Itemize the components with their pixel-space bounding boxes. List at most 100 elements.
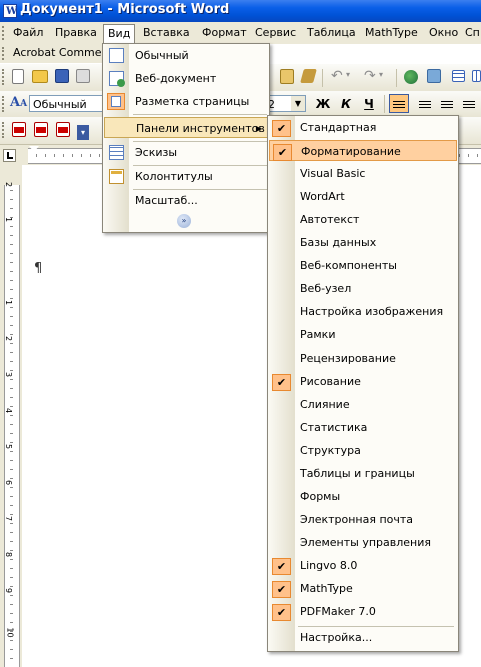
toolbar-option[interactable]: Веб-компоненты — [269, 255, 457, 276]
menu-mathtype[interactable]: MathType — [360, 25, 423, 41]
font-size-select[interactable]: 2 ▼ — [264, 95, 306, 112]
toolbar-option[interactable]: ✔ Стандартная — [269, 117, 457, 138]
justify-icon — [463, 99, 475, 108]
permission-icon[interactable] — [76, 69, 90, 83]
toolbar-option-label: Lingvo 8.0 — [300, 558, 358, 572]
justify-button[interactable] — [459, 94, 479, 113]
toolbar-option[interactable]: Базы данных — [269, 232, 457, 253]
toolbar-option[interactable]: ✔ Lingvo 8.0 — [269, 555, 457, 576]
toolbar-option[interactable]: ✔ MathType — [269, 578, 457, 599]
menu-item-label: Колонтитулы — [135, 170, 213, 183]
toolbar-option-label: Автотекст — [300, 213, 360, 227]
hanging-indent-marker[interactable] — [29, 157, 39, 163]
toolbar-option[interactable]: Visual Basic — [269, 163, 457, 184]
tab-selector-button[interactable] — [3, 149, 16, 162]
redo-icon[interactable]: ↷ — [364, 68, 376, 84]
toolbar-option[interactable]: Рецензирование — [269, 348, 457, 369]
toolbar-option-label: Рецензирование — [300, 351, 396, 365]
underline-button[interactable]: Ч — [359, 95, 379, 113]
first-line-indent-marker[interactable] — [29, 146, 39, 152]
hyperlink-globe-icon[interactable] — [404, 70, 418, 84]
checkmark-icon: ✔ — [272, 581, 291, 598]
new-document-icon[interactable] — [12, 69, 24, 84]
vertical-ruler-area[interactable] — [4, 185, 20, 667]
menu-item-print-layout[interactable]: Разметка страницы — [104, 91, 268, 112]
style-select[interactable]: Обычный — [29, 95, 107, 112]
toolbar-option[interactable]: Автотекст — [269, 209, 457, 230]
word-app-icon[interactable]: W — [3, 4, 17, 18]
toolbar-grip[interactable] — [2, 96, 7, 112]
thumbnails-icon — [109, 145, 124, 160]
toolbar-option[interactable]: Формы — [269, 486, 457, 507]
toolbar-option[interactable]: WordArt — [269, 186, 457, 207]
undo-dropdown-icon[interactable]: ▾ — [346, 70, 350, 79]
toolbar-option[interactable]: Слияние — [269, 394, 457, 415]
style-select-value: Обычный — [33, 98, 87, 111]
save-icon[interactable] — [55, 69, 69, 83]
toolbar-option[interactable]: Таблицы и границы — [269, 463, 457, 484]
align-center-button[interactable] — [415, 94, 435, 113]
insert-excel-icon[interactable] — [472, 70, 481, 82]
toolbar-option[interactable]: Электронная почта — [269, 509, 457, 530]
toolbar-option[interactable]: Элементы управления — [269, 532, 457, 553]
checkmark-icon: ✔ — [272, 604, 291, 622]
insert-table-icon[interactable] — [452, 70, 465, 82]
title-bar[interactable]: W Документ1 - Microsoft Word — [0, 0, 481, 22]
menu-item-zoom[interactable]: Масштаб... — [104, 190, 268, 211]
menu-help[interactable]: Сп — [460, 25, 481, 41]
toolbar-grip[interactable] — [2, 122, 7, 138]
chevron-double-down-icon[interactable]: » — [177, 214, 191, 228]
open-folder-icon[interactable] — [32, 70, 48, 83]
menu-item-label: Эскизы — [135, 146, 178, 159]
italic-button[interactable]: К — [336, 95, 356, 113]
toolbar-option[interactable]: Настройка изображения — [269, 301, 457, 322]
undo-icon[interactable]: ↶ — [331, 68, 343, 84]
menu-tools[interactable]: Сервис — [250, 25, 301, 41]
menubar-grip[interactable] — [2, 26, 7, 40]
toolbar-option-label: Формы — [300, 489, 341, 503]
bold-button[interactable]: Ж — [313, 95, 333, 113]
chevron-down-icon[interactable]: ▼ — [291, 96, 305, 111]
menu-bar: Файл Правка Вид Вставка Формат Сервис Та… — [0, 22, 481, 45]
menu-window[interactable]: Окно — [424, 25, 463, 41]
toolbar-option[interactable]: ✔ PDFMaker 7.0 — [269, 601, 457, 622]
menu-table[interactable]: Таблица — [302, 25, 361, 41]
menu-item-normal[interactable]: Обычный — [104, 45, 268, 66]
menu-item-label: Разметка страницы — [135, 95, 250, 108]
convert-to-pdf-icon[interactable] — [12, 122, 26, 137]
menu-item-thumbnails[interactable]: Эскизы — [104, 142, 268, 163]
menu-item-web-layout[interactable]: Веб-документ — [104, 68, 268, 89]
paste-icon[interactable] — [280, 69, 294, 84]
toolbar-option-label: Форматирование — [301, 145, 401, 159]
menu-item-toolbars[interactable]: Панели инструментов ▶ — [104, 117, 268, 138]
toolbar-option[interactable]: ✔ Форматирование — [269, 140, 457, 162]
toolbar-option[interactable]: Структура — [269, 440, 457, 461]
pdf-review-icon[interactable] — [56, 122, 70, 137]
styles-formatting-icon[interactable]: AA — [10, 95, 27, 110]
convert-email-pdf-icon[interactable] — [34, 122, 48, 137]
toolbar-option[interactable]: Рамки — [269, 324, 457, 345]
vruler-number: 6 — [4, 479, 14, 486]
tables-borders-icon[interactable] — [427, 69, 441, 83]
header-footer-icon — [109, 169, 124, 184]
menu-edit[interactable]: Правка — [50, 25, 102, 41]
menu-item-header-footer[interactable]: Колонтитулы — [104, 166, 268, 187]
redo-dropdown-icon[interactable]: ▾ — [379, 70, 383, 79]
toolbar-option[interactable]: Веб-узел — [269, 278, 457, 299]
format-painter-icon[interactable] — [300, 69, 317, 83]
toolbar-options-icon[interactable]: ▾ — [77, 125, 89, 140]
menu-file[interactable]: Файл — [8, 25, 48, 41]
toolbar-option[interactable]: ✔ Рисование — [269, 371, 457, 392]
toolbar-option[interactable]: Статистика — [269, 417, 457, 438]
vruler-number: 3 — [4, 371, 14, 378]
align-left-button[interactable] — [389, 94, 409, 113]
toolbar-option[interactable]: Настройка... — [269, 627, 457, 648]
menu-insert[interactable]: Вставка — [138, 25, 195, 41]
menu-format[interactable]: Формат — [197, 25, 252, 41]
align-right-button[interactable] — [437, 94, 457, 113]
toolbar-grip[interactable] — [2, 69, 7, 85]
toolbars-submenu: ✔ Стандартная ✔ Форматирование Visual Basic W… — [267, 115, 459, 652]
toolbar-grip[interactable] — [2, 47, 7, 60]
menu-view[interactable]: Вид — [103, 24, 136, 45]
toolbar-option-label: Настройка... — [300, 631, 373, 645]
